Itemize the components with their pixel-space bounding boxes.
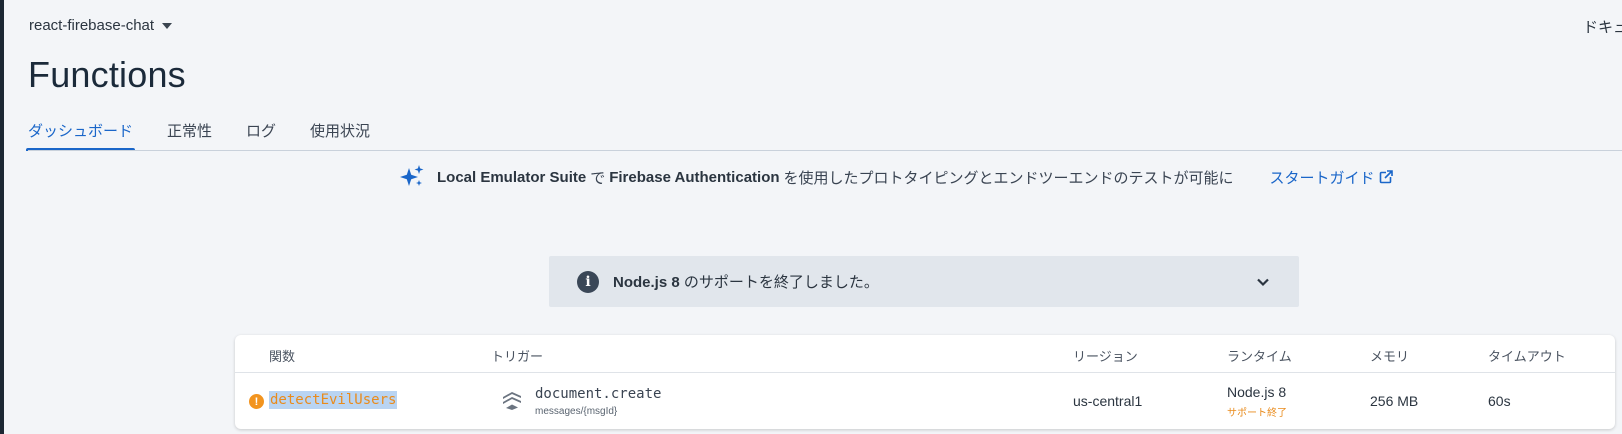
sparkle-icon (400, 165, 424, 186)
promo-text: を使用したプロトタイピングとエンドツーエンドのテストが可能に (783, 169, 1234, 187)
project-name: react-firebase-chat (29, 17, 155, 34)
project-selector[interactable]: react-firebase-chat (29, 17, 173, 34)
region-cell: us-central1 (1073, 393, 1143, 409)
header-function: 関数 (269, 349, 296, 364)
caret-down-icon (162, 23, 173, 29)
firestore-trigger-icon (503, 392, 521, 410)
emulator-promo-banner: Local Emulator Suite で Firebase Authenti… (399, 164, 1393, 190)
nodejs8-deprecation-notice: i Node.js 8 のサポートを終了しました。 (549, 256, 1299, 307)
tabs-divider (28, 150, 1622, 151)
timeout-cell: 60s (1488, 393, 1511, 409)
external-link-icon (1379, 170, 1393, 184)
start-guide-link[interactable]: スタートガイド (1270, 167, 1393, 188)
functions-table: 関数 トリガー リージョン ランタイム メモリ タイムアウト ! detectE… (235, 335, 1615, 429)
promo-joiner: で (590, 169, 606, 187)
header-memory: メモリ (1370, 349, 1410, 364)
left-edge-bar (0, 0, 4, 434)
start-guide-label: スタートガイド (1269, 169, 1375, 187)
tab-logs[interactable]: ログ (246, 112, 276, 150)
notice-bold: Node.js 8 (613, 274, 680, 291)
table-row[interactable]: ! detectEvilUsers document.create messag… (235, 373, 1615, 429)
table-header: 関数 トリガー リージョン ランタイム メモリ タイムアウト (235, 335, 1615, 373)
function-name-link[interactable]: detectEvilUsers (269, 391, 398, 409)
info-icon: i (577, 270, 599, 293)
page-title: Functions (28, 54, 186, 95)
runtime-eol-badge: サポート終了 (1227, 408, 1287, 419)
promo-product-emulator: Local Emulator Suite (437, 168, 587, 186)
docs-link[interactable]: ドキュ (1583, 16, 1622, 37)
runtime-cell: Node.js 8 (1227, 384, 1287, 400)
trigger-path: messages/{msgId} (535, 406, 618, 417)
header-region: リージョン (1073, 349, 1138, 364)
trigger-event: document.create (535, 386, 662, 402)
notice-text: Node.js 8 のサポートを終了しました。 (613, 271, 879, 292)
tab-bar: ダッシュボード 正常性 ログ 使用状況 (25, 112, 404, 151)
warning-icon: ! (249, 394, 264, 409)
memory-cell: 256 MB (1370, 393, 1419, 409)
tab-dashboard[interactable]: ダッシュボード (25, 112, 136, 151)
header-timeout: タイムアウト (1488, 349, 1566, 364)
tab-usage[interactable]: 使用状況 (310, 112, 370, 150)
header-runtime: ランタイム (1227, 349, 1292, 364)
tab-health[interactable]: 正常性 (167, 112, 212, 150)
promo-product-auth: Firebase Authentication (609, 168, 780, 186)
notice-message: のサポートを終了しました。 (679, 274, 879, 291)
header-trigger: トリガー (491, 349, 544, 364)
chevron-down-icon[interactable] (1255, 274, 1271, 290)
